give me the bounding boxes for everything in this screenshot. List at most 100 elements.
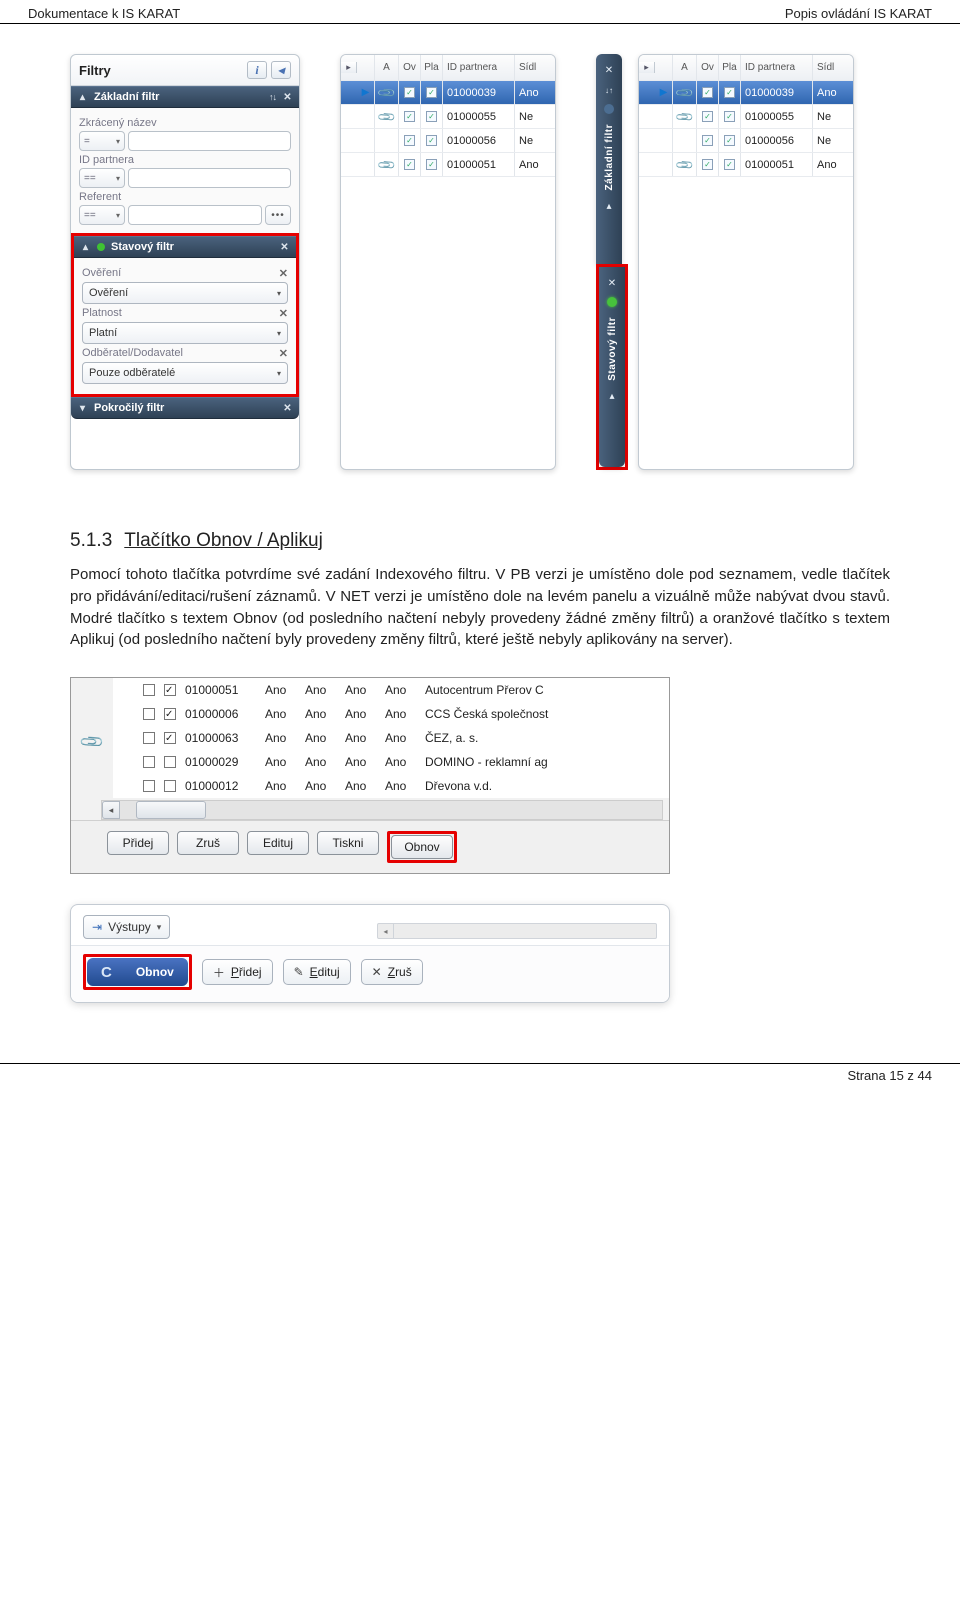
add-button[interactable]: ＋Přidej <box>202 959 273 985</box>
sort-icon[interactable]: ↑↓ <box>269 92 276 102</box>
table-row[interactable]: 01000006AnoAnoAnoAnoCCS Česká společnost <box>113 702 669 726</box>
basic-filter-header[interactable]: ▴ Základní filtr ↑↓ ✕ <box>71 86 299 108</box>
checkbox[interactable]: ✓ <box>702 111 713 122</box>
checkbox[interactable] <box>164 708 176 720</box>
odberatel-select[interactable]: Pouze odběratelé▾ <box>82 362 288 384</box>
checkbox[interactable]: ✓ <box>702 135 713 146</box>
checkbox[interactable] <box>143 780 155 792</box>
col-pla[interactable]: Pla <box>719 55 741 80</box>
table-row[interactable]: 01000051AnoAnoAnoAnoAutocentrum Přerov C <box>113 678 669 702</box>
h-scrollbar[interactable]: ◂ <box>101 800 663 820</box>
table-row[interactable]: ✓✓01000056Ne <box>341 129 555 153</box>
table-row[interactable]: 📎✓✓01000051Ano <box>639 153 853 177</box>
close-icon[interactable]: ✕ <box>603 64 615 76</box>
referent-input[interactable] <box>128 205 262 225</box>
status-filter-header[interactable]: ▴ Stavový filtr ✕ <box>74 236 296 258</box>
operator-select[interactable]: =▾ <box>79 131 125 151</box>
checkbox[interactable] <box>143 732 155 744</box>
scroll-left-icon[interactable]: ◂ <box>102 801 120 819</box>
checkbox[interactable]: ✓ <box>426 135 437 146</box>
operator-select[interactable]: ==▾ <box>79 168 125 188</box>
collapsed-basic-filter[interactable]: ✕ ↓↑ Základní filtr ▴ <box>596 54 622 264</box>
paperclip-icon: 📎 <box>674 106 694 126</box>
close-icon[interactable]: ✕ <box>282 403 293 414</box>
table-row[interactable]: ▶📎✓✓01000039Ano <box>639 81 853 105</box>
print-button[interactable]: Tiskni <box>317 831 379 855</box>
checkbox[interactable]: ✓ <box>404 159 415 170</box>
col-sidl[interactable]: Sídl <box>515 55 551 80</box>
id-partnera-input[interactable] <box>128 168 291 188</box>
checkbox[interactable]: ✓ <box>702 159 713 170</box>
checkbox[interactable]: ✓ <box>724 111 735 122</box>
checkbox[interactable] <box>143 684 155 696</box>
checkbox[interactable]: ✓ <box>404 135 415 146</box>
table-row[interactable]: ✓✓01000056Ne <box>639 129 853 153</box>
table-row[interactable]: 📎✓✓01000051Ano <box>341 153 555 177</box>
clear-field-icon[interactable]: ✕ <box>279 267 288 280</box>
sort-icon[interactable]: ↓↑ <box>603 84 615 96</box>
cell-ano: Ano <box>345 707 385 721</box>
chevron-up-icon: ▴ <box>80 242 91 253</box>
expand-handle[interactable]: ▸ <box>341 62 357 73</box>
cancel-button[interactable]: Zruš <box>177 831 239 855</box>
clear-field-icon[interactable]: ✕ <box>279 307 288 320</box>
overeni-select[interactable]: Ověření▾ <box>82 282 288 304</box>
checkbox[interactable]: ✓ <box>404 87 415 98</box>
col-pla[interactable]: Pla <box>421 55 443 80</box>
operator-select[interactable]: ==▾ <box>79 205 125 225</box>
scroll-left-icon[interactable]: ◂ <box>378 924 394 938</box>
collapse-left-icon[interactable]: ◂ <box>271 61 291 79</box>
col-a[interactable]: A <box>673 55 697 80</box>
col-id[interactable]: ID partnera <box>741 55 813 80</box>
checkbox[interactable]: ✓ <box>426 111 437 122</box>
lookup-button[interactable]: ••• <box>265 205 291 225</box>
checkbox[interactable] <box>164 732 176 744</box>
clear-field-icon[interactable]: ✕ <box>279 347 288 360</box>
edit-button[interactable]: ✎Edituj <box>283 959 351 985</box>
edit-button[interactable]: Edituj <box>247 831 309 855</box>
scrollbar-thumb[interactable] <box>136 801 206 819</box>
table-row[interactable]: 📎✓✓01000055Ne <box>341 105 555 129</box>
outputs-button[interactable]: ⇥ Výstupy ▾ <box>83 915 170 939</box>
checkbox[interactable] <box>164 684 176 696</box>
refresh-label: Obnov <box>136 965 174 979</box>
table-row[interactable]: 📎✓✓01000055Ne <box>639 105 853 129</box>
checkbox[interactable] <box>143 708 155 720</box>
chevron-down-icon: ▾ <box>116 211 120 220</box>
cancel-button[interactable]: ✕Zruš <box>361 959 423 985</box>
col-a[interactable]: A <box>375 55 399 80</box>
checkbox[interactable]: ✓ <box>426 159 437 170</box>
checkbox[interactable]: ✓ <box>724 135 735 146</box>
zkraceny-nazev-input[interactable] <box>128 131 291 151</box>
col-id[interactable]: ID partnera <box>443 55 515 80</box>
collapsed-status-filter[interactable]: ✕ Stavový filtr ▴ <box>599 267 625 467</box>
close-icon[interactable]: ✕ <box>606 277 618 289</box>
checkbox[interactable]: ✓ <box>404 111 415 122</box>
h-scrollbar[interactable]: ◂ <box>377 923 657 939</box>
refresh-button[interactable]: C Obnov <box>87 958 188 986</box>
checkbox[interactable]: ✓ <box>724 159 735 170</box>
table-row[interactable]: 01000029AnoAnoAnoAnoDOMINO - reklamní ag <box>113 750 669 774</box>
table-row[interactable]: ▶📎✓✓01000039Ano <box>341 81 555 105</box>
table-row[interactable]: 01000063AnoAnoAnoAnoČEZ, a. s. <box>113 726 669 750</box>
checkbox[interactable] <box>164 780 176 792</box>
cell-sidl: Ano <box>515 153 551 176</box>
col-ov[interactable]: Ov <box>399 55 421 80</box>
expand-handle[interactable]: ▸ <box>639 62 655 73</box>
close-icon[interactable]: ✕ <box>282 92 293 103</box>
checkbox[interactable] <box>143 756 155 768</box>
refresh-button[interactable]: Obnov <box>391 835 453 859</box>
checkbox[interactable]: ✓ <box>426 87 437 98</box>
col-sidl[interactable]: Sídl <box>813 55 849 80</box>
checkbox[interactable]: ✓ <box>724 87 735 98</box>
advanced-filter-header[interactable]: ▾ Pokročilý filtr ✕ <box>71 397 299 419</box>
close-icon[interactable]: ✕ <box>279 242 290 253</box>
checkbox[interactable]: ✓ <box>702 87 713 98</box>
cell-id: 01000039 <box>443 81 515 104</box>
add-button[interactable]: Přidej <box>107 831 169 855</box>
checkbox[interactable] <box>164 756 176 768</box>
table-row[interactable]: 01000012AnoAnoAnoAnoDřevona v.d. <box>113 774 669 798</box>
info-icon[interactable]: i <box>247 61 267 79</box>
col-ov[interactable]: Ov <box>697 55 719 80</box>
platnost-select[interactable]: Platní▾ <box>82 322 288 344</box>
